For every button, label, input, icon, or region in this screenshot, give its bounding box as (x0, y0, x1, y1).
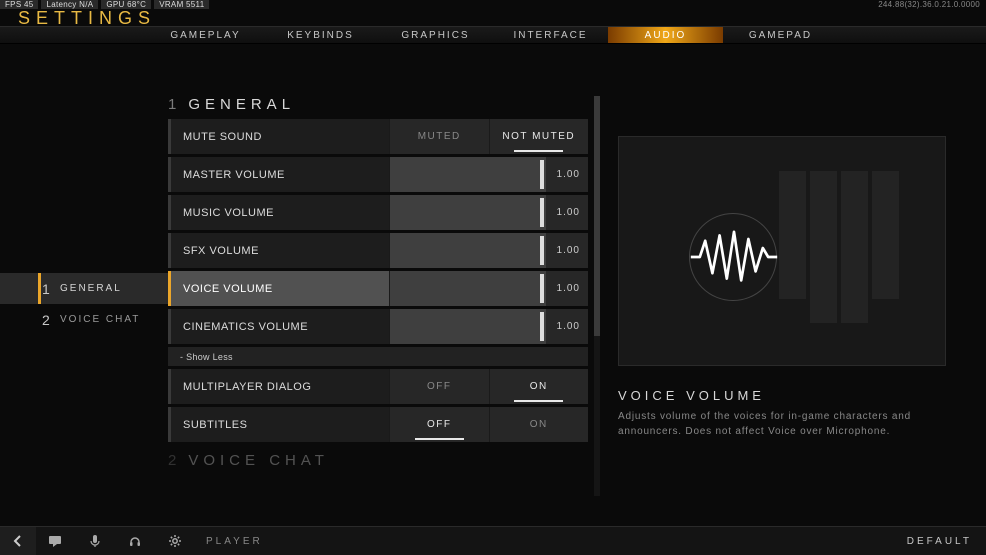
slider-value: 1.00 (546, 169, 580, 180)
slider-sfx[interactable]: 1.00 (389, 233, 588, 268)
detail-art (618, 136, 946, 366)
section-voice-chat-header: 2 VOICE CHAT (168, 452, 588, 469)
rows-container: Mute Sound MUTED NOT MUTED Master Volume… (168, 119, 588, 442)
slider-master[interactable]: 1.00 (389, 157, 588, 192)
opt-on[interactable]: ON (489, 369, 589, 404)
scrollbar[interactable] (594, 96, 600, 496)
top-tabs: GAMEPLAY KEYBINDS GRAPHICS INTERFACE AUD… (0, 26, 986, 44)
tab-gameplay[interactable]: GAMEPLAY (148, 27, 263, 43)
toggle-mpdialog: OFF ON (389, 369, 588, 404)
scroll-handle[interactable] (594, 96, 600, 336)
player-button[interactable]: PLAYER (206, 536, 263, 547)
detail-description: Adjusts volume of the voices for in-game… (618, 409, 946, 439)
row-label: Subtitles (171, 419, 389, 431)
section-general-header: 1 GENERAL (168, 96, 588, 113)
default-button[interactable]: DEFAULT (907, 536, 972, 547)
slider-music[interactable]: 1.00 (389, 195, 588, 230)
chevron-left-icon (11, 534, 25, 548)
toggle-subtitles: OFF ON (389, 407, 588, 442)
bottom-icons (48, 534, 182, 548)
slider-thumb[interactable] (540, 312, 544, 341)
content-area: 1 GENERAL 2 VOICE CHAT 1 GENERAL Mute So… (0, 48, 986, 512)
soundwave-icon (689, 217, 779, 297)
opt-off[interactable]: OFF (389, 369, 489, 404)
toggle-mute: MUTED NOT MUTED (389, 119, 588, 154)
latency-chip: Latency N/A (41, 0, 98, 9)
side-num: 2 (42, 312, 50, 328)
row-label: Cinematics Volume (171, 321, 389, 333)
row-label: Multiplayer Dialog (171, 381, 389, 393)
bottom-bar: PLAYER DEFAULT (0, 526, 986, 555)
side-item-voice-chat[interactable]: 2 VOICE CHAT (0, 304, 168, 335)
mic-icon[interactable] (88, 534, 102, 548)
slider-value: 1.00 (546, 283, 580, 294)
vram-chip: VRAM 5511 (154, 0, 209, 9)
section-title: GENERAL (188, 96, 295, 113)
tab-keybinds[interactable]: KEYBINDS (263, 27, 378, 43)
back-button[interactable] (0, 527, 36, 555)
detail-panel: VOICE VOLUME Adjusts volume of the voice… (588, 48, 986, 512)
side-item-general[interactable]: 1 GENERAL (0, 273, 168, 304)
gpu-chip: GPU 68°C (101, 0, 151, 9)
slider-value: 1.00 (546, 207, 580, 218)
row-label: Voice Volume (171, 283, 389, 295)
opt-not-muted[interactable]: NOT MUTED (489, 119, 589, 154)
detail-title: VOICE VOLUME (618, 388, 946, 403)
gear-icon[interactable] (168, 534, 182, 548)
tab-graphics[interactable]: GRAPHICS (378, 27, 493, 43)
slider-thumb[interactable] (540, 236, 544, 265)
headset-icon[interactable] (128, 534, 142, 548)
opt-on[interactable]: ON (489, 407, 589, 442)
section-title: VOICE CHAT (188, 452, 329, 469)
perf-bar: FPS 45 Latency N/A GPU 68°C VRAM 5511 24… (0, 0, 986, 9)
net-stats: 244.88(32).36.0.21.0.0000 (878, 0, 986, 9)
side-num: 1 (42, 281, 50, 297)
slider-value: 1.00 (546, 245, 580, 256)
row-sfx-volume[interactable]: SFX Volume 1.00 (168, 233, 588, 268)
row-label: SFX Volume (171, 245, 389, 257)
side-nav: 1 GENERAL 2 VOICE CHAT (0, 48, 168, 512)
game-logo-icon (779, 171, 899, 331)
tab-gamepad[interactable]: GAMEPAD (723, 27, 838, 43)
section-num: 2 (168, 452, 178, 469)
row-cinematics-volume[interactable]: Cinematics Volume 1.00 (168, 309, 588, 344)
opt-off[interactable]: OFF (389, 407, 489, 442)
side-label: VOICE CHAT (60, 314, 140, 325)
row-subtitles[interactable]: Subtitles OFF ON (168, 407, 588, 442)
row-voice-volume[interactable]: Voice Volume 1.00 (168, 271, 588, 306)
row-music-volume[interactable]: Music Volume 1.00 (168, 195, 588, 230)
row-label: Mute Sound (171, 131, 389, 143)
slider-thumb[interactable] (540, 274, 544, 303)
chat-icon[interactable] (48, 534, 62, 548)
slider-value: 1.00 (546, 321, 580, 332)
show-less-toggle[interactable]: - Show Less (168, 347, 588, 366)
row-master-volume[interactable]: Master Volume 1.00 (168, 157, 588, 192)
fps-chip: FPS 45 (0, 0, 38, 9)
row-label: Music Volume (171, 207, 389, 219)
side-label: GENERAL (60, 283, 122, 294)
row-label: Master Volume (171, 169, 389, 181)
tab-audio[interactable]: AUDIO (608, 27, 723, 43)
slider-thumb[interactable] (540, 198, 544, 227)
slider-thumb[interactable] (540, 160, 544, 189)
settings-list: 1 GENERAL Mute Sound MUTED NOT MUTED Mas… (168, 48, 588, 512)
row-mute-sound[interactable]: Mute Sound MUTED NOT MUTED (168, 119, 588, 154)
row-multiplayer-dialog[interactable]: Multiplayer Dialog OFF ON (168, 369, 588, 404)
tab-interface[interactable]: INTERFACE (493, 27, 608, 43)
section-num: 1 (168, 96, 178, 113)
slider-voice[interactable]: 1.00 (389, 271, 588, 306)
slider-cinematics[interactable]: 1.00 (389, 309, 588, 344)
opt-muted[interactable]: MUTED (389, 119, 489, 154)
